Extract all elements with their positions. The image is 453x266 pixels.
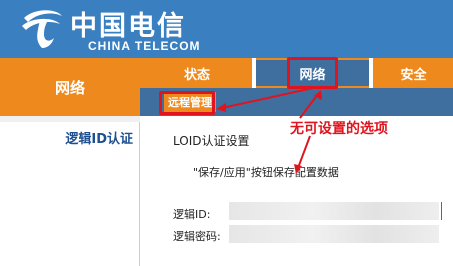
annotation-text: 无可设置的选项: [290, 121, 388, 137]
loid-input[interactable]: [229, 202, 439, 220]
logo-chinese-text: 中国电信: [70, 11, 186, 42]
page-title: LOID认证设置: [173, 134, 250, 148]
loid-label: 逻辑ID:: [173, 208, 211, 221]
save-hint-text: "保存/应用"按钮保存配置数据: [193, 166, 339, 179]
input-edge: [441, 202, 442, 220]
tab-divider: [369, 58, 373, 88]
left-nav-divider: [0, 116, 140, 122]
left-nav-section-label: 网络: [54, 78, 85, 97]
china-telecom-logo: 中国电信 CHINA TELECOM: [18, 2, 218, 56]
tab-label: 安全: [400, 67, 427, 83]
annotation-box-remote-management: [159, 91, 215, 115]
annotation-box-network-tab: [287, 57, 338, 89]
tab-security[interactable]: 安全: [374, 60, 453, 86]
china-telecom-swirl-icon: [22, 10, 62, 48]
tab-status[interactable]: 状态: [142, 60, 252, 86]
left-nav-panel: 逻辑ID认证: [0, 116, 140, 266]
left-nav-section-network[interactable]: 网络: [0, 58, 140, 116]
main-content: LOID认证设置 "保存/应用"按钮保存配置数据 逻辑ID: 逻辑密码:: [141, 116, 453, 266]
logo-english-text: CHINA TELECOM: [88, 39, 201, 53]
loid-password-input[interactable]: [229, 225, 439, 243]
header-banner: 中国电信 CHINA TELECOM: [0, 0, 453, 58]
sidebar-item-loid-auth[interactable]: 逻辑ID认证: [65, 128, 133, 147]
tab-label: 状态: [183, 67, 210, 83]
loid-password-label: 逻辑密码:: [173, 230, 221, 243]
